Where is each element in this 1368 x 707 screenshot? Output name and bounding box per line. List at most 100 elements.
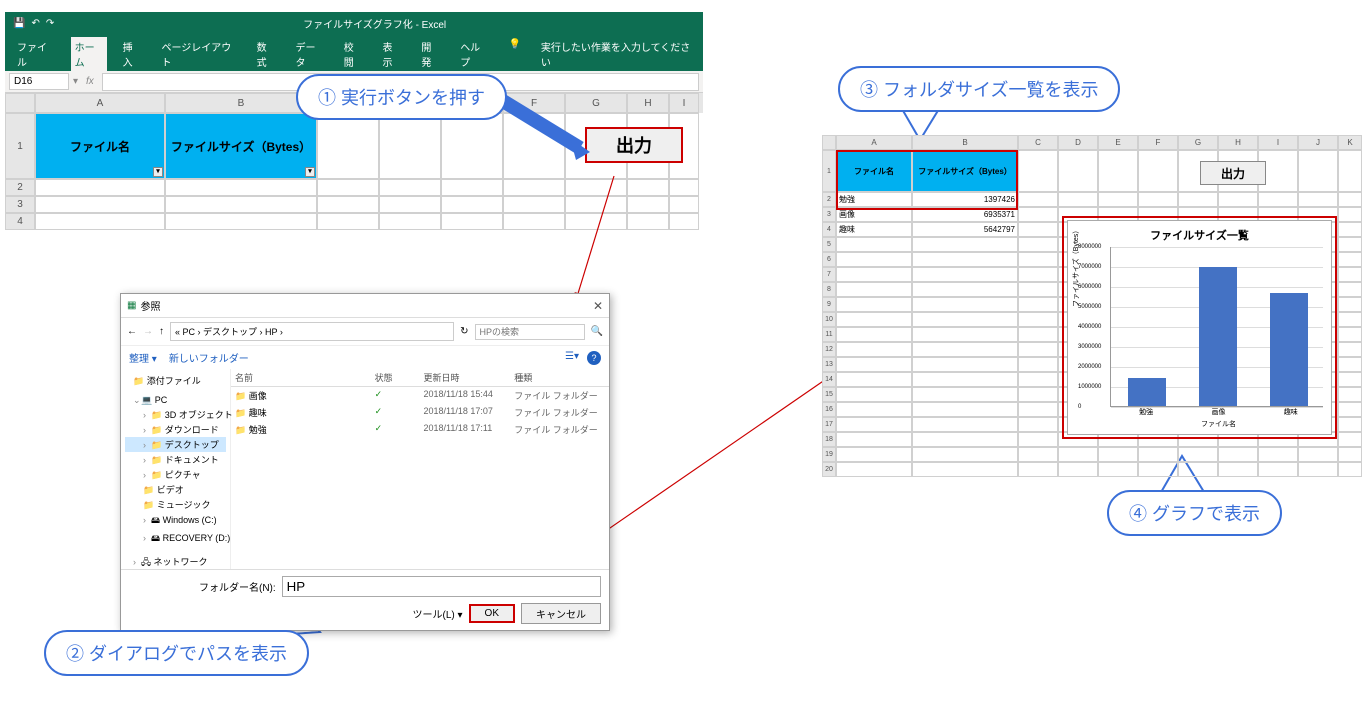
cell[interactable]	[836, 357, 912, 372]
cell[interactable]	[565, 213, 627, 230]
cell[interactable]	[503, 213, 565, 230]
back-icon[interactable]: ←	[127, 326, 137, 337]
cell[interactable]	[1018, 342, 1058, 357]
cell-a1[interactable]: ファイル名▾	[35, 113, 165, 179]
cell[interactable]	[1018, 402, 1058, 417]
cell[interactable]	[1018, 282, 1058, 297]
cell[interactable]	[836, 447, 912, 462]
col-g[interactable]: G	[1178, 135, 1218, 150]
cell[interactable]	[912, 312, 1018, 327]
cell[interactable]	[1338, 417, 1362, 432]
cell-d1[interactable]	[379, 113, 441, 179]
list-item[interactable]: 📁 趣味✓2018/11/18 17:07ファイル フォルダー	[231, 404, 609, 421]
cell[interactable]	[912, 462, 1018, 477]
folder-tree[interactable]: 📁 添付ファイル ⌄💻 PC ›📁 3D オブジェクト ›📁 ダウンロード ›📁…	[121, 369, 231, 569]
filter-icon[interactable]: ▾	[305, 167, 315, 177]
cell[interactable]	[1338, 387, 1362, 402]
cell[interactable]	[1218, 462, 1258, 477]
cell[interactable]	[1098, 462, 1138, 477]
cell-b2[interactable]	[165, 179, 317, 196]
tree-videos[interactable]: 📁 ビデオ	[125, 482, 226, 497]
cell[interactable]	[912, 267, 1018, 282]
cell[interactable]	[1298, 462, 1338, 477]
cell[interactable]	[1018, 387, 1058, 402]
cell[interactable]	[912, 402, 1018, 417]
view-icon[interactable]: ☰▾	[565, 351, 579, 365]
save-icon[interactable]: 💾	[13, 18, 25, 29]
tree-attach[interactable]: 📁 添付ファイル	[125, 373, 226, 388]
cell[interactable]	[1138, 192, 1178, 207]
search-input[interactable]	[475, 324, 585, 340]
cell[interactable]	[836, 432, 912, 447]
tree-pc[interactable]: ⌄💻 PC	[125, 394, 226, 407]
cell[interactable]	[912, 432, 1018, 447]
cell[interactable]	[836, 387, 912, 402]
cell[interactable]	[1298, 192, 1338, 207]
cell[interactable]	[1258, 447, 1298, 462]
new-folder-button[interactable]: 新しいフォルダー	[169, 350, 249, 365]
cell[interactable]: ファイル名	[836, 150, 912, 192]
cell[interactable]	[1178, 462, 1218, 477]
cell[interactable]	[1058, 150, 1098, 192]
list-item[interactable]: 📁 勉強✓2018/11/18 17:11ファイル フォルダー	[231, 421, 609, 438]
cell[interactable]: 画像	[836, 207, 912, 222]
refresh-icon[interactable]: ↻	[460, 326, 468, 337]
row-header[interactable]: 17	[822, 417, 836, 432]
cell[interactable]	[912, 297, 1018, 312]
cell[interactable]	[1018, 357, 1058, 372]
cell[interactable]	[912, 372, 1018, 387]
row-header[interactable]: 8	[822, 282, 836, 297]
cell[interactable]	[565, 179, 627, 196]
cell[interactable]	[1018, 237, 1058, 252]
cell-a3[interactable]	[35, 196, 165, 213]
cell-e1[interactable]	[441, 113, 503, 179]
file-list-header[interactable]: 名前 状態 更新日時 種類	[231, 369, 609, 387]
cell[interactable]	[836, 252, 912, 267]
cell[interactable]	[1058, 447, 1098, 462]
cell[interactable]	[1018, 252, 1058, 267]
cell[interactable]	[1338, 402, 1362, 417]
col-d[interactable]: D	[1058, 135, 1098, 150]
cell[interactable]	[1338, 297, 1362, 312]
cell[interactable]	[912, 417, 1018, 432]
cell[interactable]	[1218, 447, 1258, 462]
cell[interactable]	[1258, 462, 1298, 477]
cell[interactable]	[836, 267, 912, 282]
col-a[interactable]: A	[836, 135, 912, 150]
cell[interactable]	[1138, 150, 1178, 192]
output-button[interactable]: 出力	[585, 127, 683, 163]
cell[interactable]	[1338, 150, 1362, 192]
cell[interactable]	[1098, 192, 1138, 207]
cell[interactable]	[836, 342, 912, 357]
cell[interactable]	[1018, 327, 1058, 342]
cell-a4[interactable]	[35, 213, 165, 230]
col-date[interactable]: 更新日時	[424, 371, 515, 384]
row-header[interactable]: 11	[822, 327, 836, 342]
col-header-h[interactable]: H	[627, 93, 669, 113]
row-header[interactable]: 7	[822, 267, 836, 282]
row-header[interactable]: 10	[822, 312, 836, 327]
cell[interactable]	[836, 312, 912, 327]
undo-icon[interactable]: ↶	[31, 18, 39, 29]
close-icon[interactable]: ✕	[593, 299, 603, 313]
cell[interactable]	[1338, 282, 1362, 297]
cell[interactable]	[836, 237, 912, 252]
cell[interactable]	[379, 196, 441, 213]
cell[interactable]	[1098, 150, 1138, 192]
ok-button[interactable]: OK	[469, 604, 515, 623]
col-header-b[interactable]: B	[165, 93, 317, 113]
cell[interactable]	[912, 342, 1018, 357]
col-j[interactable]: J	[1298, 135, 1338, 150]
col-b[interactable]: B	[912, 135, 1018, 150]
tree-drive-d[interactable]: ›🖴 RECOVERY (D:)	[125, 530, 226, 548]
cell[interactable]	[1218, 192, 1258, 207]
col-h[interactable]: H	[1218, 135, 1258, 150]
tab-file[interactable]: ファイル	[13, 37, 59, 71]
row-header[interactable]: 18	[822, 432, 836, 447]
cell[interactable]: 勉強	[836, 192, 912, 207]
tab-formulas[interactable]: 数式	[253, 37, 280, 71]
tree-desktop[interactable]: ›📁 デスクトップ	[125, 437, 226, 452]
cell[interactable]	[1338, 372, 1362, 387]
row-header[interactable]: 20	[822, 462, 836, 477]
col-k[interactable]: K	[1338, 135, 1362, 150]
